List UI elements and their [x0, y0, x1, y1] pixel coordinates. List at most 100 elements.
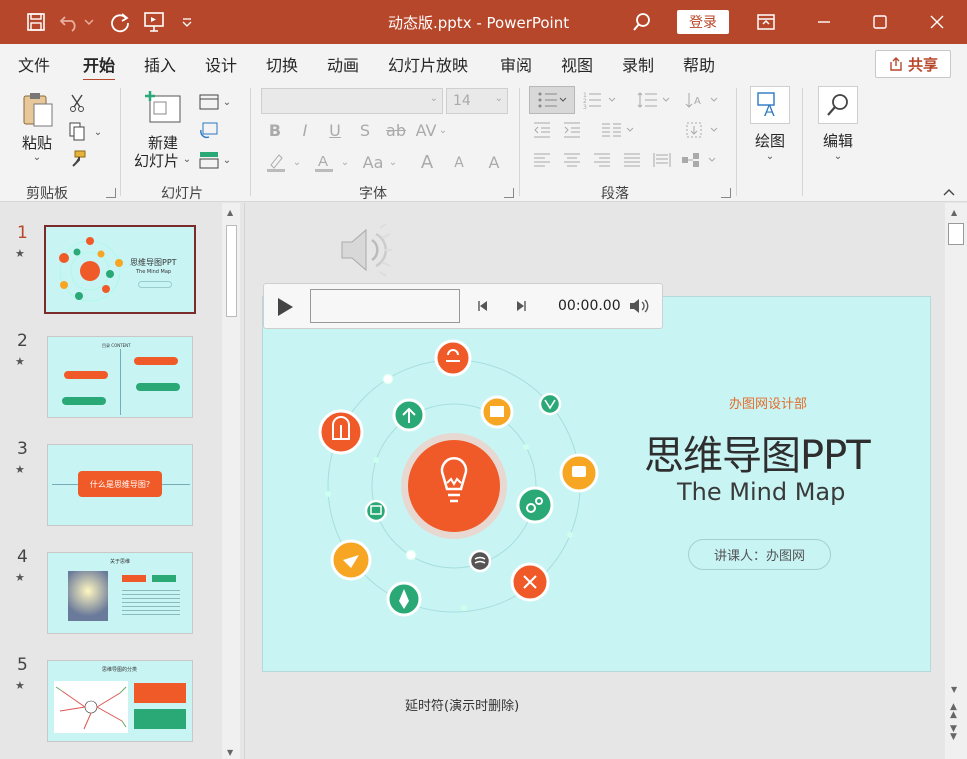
- ribbon-display-icon[interactable]: [754, 10, 778, 34]
- slide-thumbnail-2[interactable]: 目录 CONTENT: [47, 336, 193, 418]
- tab-slideshow[interactable]: 幻灯片放映: [388, 52, 468, 76]
- scroll-up-icon[interactable]: ▲: [951, 208, 957, 217]
- shrink-font-button[interactable]: A: [448, 152, 470, 174]
- new-slide-icon[interactable]: [144, 90, 182, 126]
- align-left-icon[interactable]: [532, 150, 552, 170]
- grow-font-button[interactable]: A: [416, 150, 438, 174]
- tab-review[interactable]: 审阅: [500, 52, 532, 76]
- slide-subtitle: The Mind Map: [677, 478, 846, 506]
- collapse-ribbon-icon[interactable]: [942, 186, 956, 198]
- redo-icon[interactable]: [108, 10, 132, 34]
- audio-speaker-icon[interactable]: [338, 222, 394, 278]
- maximize-icon[interactable]: [868, 10, 892, 34]
- save-icon[interactable]: [24, 10, 48, 34]
- share-button[interactable]: 共享: [875, 50, 951, 78]
- slide-thumbnail-3[interactable]: 什么是思维导图?: [47, 444, 193, 526]
- change-case-button[interactable]: Aa: [360, 150, 386, 174]
- tab-record[interactable]: 录制: [622, 52, 654, 76]
- char-spacing-button[interactable]: AV: [414, 120, 438, 140]
- increase-indent-icon[interactable]: [562, 120, 582, 140]
- clear-format-button[interactable]: A: [482, 150, 506, 174]
- editing-dropdown-icon[interactable]: ⌄: [832, 150, 844, 162]
- font-color-dropdown-icon[interactable]: ⌄: [340, 156, 350, 168]
- clipboard-launcher-icon[interactable]: [106, 188, 116, 198]
- next-slide-icon[interactable]: ▼ ▼: [950, 725, 957, 742]
- tab-file[interactable]: 文件: [18, 52, 50, 76]
- section-icon[interactable]: [198, 150, 220, 170]
- align-text-button[interactable]: [684, 120, 720, 140]
- scroll-down-icon[interactable]: ▼: [227, 748, 233, 757]
- italic-button[interactable]: I: [296, 120, 314, 140]
- distributed-icon[interactable]: [652, 150, 672, 170]
- tab-animations[interactable]: 动画: [327, 52, 359, 76]
- paste-dropdown-icon[interactable]: ⌄: [30, 152, 44, 163]
- text-direction-button[interactable]: A: [684, 90, 720, 110]
- skip-back-icon[interactable]: [476, 299, 490, 316]
- login-button[interactable]: 登录: [677, 10, 729, 34]
- tab-help[interactable]: 帮助: [683, 52, 715, 76]
- scroll-up-icon[interactable]: ▲: [227, 208, 233, 217]
- tab-home[interactable]: 开始: [83, 52, 116, 82]
- thumbnail-scrollbar-thumb[interactable]: [226, 225, 237, 317]
- undo-dropdown-icon[interactable]: [82, 10, 96, 34]
- paste-icon[interactable]: [20, 90, 56, 130]
- decrease-indent-icon[interactable]: [532, 120, 552, 140]
- reset-icon[interactable]: [198, 120, 220, 140]
- current-slide[interactable]: 办图网设计部 思维导图PPT The Mind Map 讲课人：办图网: [262, 296, 931, 672]
- font-launcher-icon[interactable]: [504, 188, 514, 198]
- present-icon[interactable]: [142, 10, 166, 34]
- audio-progress-track[interactable]: [310, 289, 460, 323]
- smartart-button[interactable]: [680, 150, 720, 170]
- line-spacing-button[interactable]: [636, 90, 672, 110]
- copy-dropdown-icon[interactable]: ⌄: [92, 126, 104, 138]
- search-icon[interactable]: [630, 10, 654, 34]
- customize-icon[interactable]: [178, 10, 196, 34]
- scroll-down-icon[interactable]: ▼: [951, 685, 957, 694]
- bullets-button[interactable]: [529, 86, 575, 114]
- underline-button[interactable]: U: [326, 120, 344, 140]
- editor-scrollbar-thumb[interactable]: [948, 223, 964, 245]
- play-icon[interactable]: [276, 297, 294, 320]
- tab-view[interactable]: 视图: [561, 52, 593, 76]
- font-color-icon[interactable]: A: [312, 150, 336, 174]
- new-slide-dropdown-icon[interactable]: ⌄: [182, 154, 192, 165]
- copy-icon[interactable]: [66, 120, 88, 142]
- font-size-select[interactable]: 14 ⌄: [446, 88, 508, 114]
- columns-button[interactable]: [600, 120, 636, 140]
- font-family-select[interactable]: ⌄: [261, 88, 443, 114]
- shadow-button[interactable]: S: [356, 120, 374, 140]
- editing-icon[interactable]: [818, 86, 858, 124]
- layout-icon[interactable]: [198, 92, 220, 112]
- editor-scrollbar[interactable]: ▲ ▼ ▲ ▲ ▼ ▼: [945, 203, 967, 759]
- cut-icon[interactable]: [66, 92, 88, 114]
- align-center-icon[interactable]: [562, 150, 582, 170]
- align-right-icon[interactable]: [592, 150, 612, 170]
- highlight-icon[interactable]: [264, 150, 288, 174]
- slide-thumbnail-4[interactable]: 关于思维: [47, 552, 193, 634]
- previous-slide-icon[interactable]: ▲ ▲: [950, 703, 957, 720]
- minimize-icon[interactable]: [812, 10, 836, 34]
- change-case-dropdown-icon[interactable]: ⌄: [388, 156, 398, 168]
- format-painter-icon[interactable]: [66, 148, 88, 170]
- undo-icon[interactable]: [58, 10, 82, 34]
- numbering-button[interactable]: 123: [582, 90, 618, 110]
- close-icon[interactable]: [925, 10, 949, 34]
- highlight-dropdown-icon[interactable]: ⌄: [292, 156, 302, 168]
- volume-icon[interactable]: [628, 297, 650, 318]
- slide-thumbnail-1[interactable]: 思维导图PPT The Mind Map: [44, 225, 196, 314]
- char-spacing-dropdown-icon[interactable]: ⌄: [438, 124, 448, 136]
- bold-button[interactable]: B: [266, 120, 284, 140]
- tab-design[interactable]: 设计: [205, 52, 237, 76]
- skip-forward-icon[interactable]: [514, 299, 528, 316]
- section-dropdown-icon[interactable]: ⌄: [222, 154, 232, 166]
- slide-thumbnail-5[interactable]: 思维导图的分类: [47, 660, 193, 742]
- justify-icon[interactable]: [622, 150, 642, 170]
- layout-dropdown-icon[interactable]: ⌄: [222, 96, 232, 108]
- paragraph-launcher-icon[interactable]: [721, 188, 731, 198]
- drawing-icon[interactable]: A: [750, 86, 790, 124]
- tab-transitions[interactable]: 切换: [266, 52, 298, 76]
- tab-insert[interactable]: 插入: [144, 52, 176, 76]
- drawing-dropdown-icon[interactable]: ⌄: [764, 150, 776, 162]
- strikethrough-button[interactable]: ab: [384, 120, 408, 140]
- thumbnail-scrollbar[interactable]: ▲ ▼: [222, 203, 240, 759]
